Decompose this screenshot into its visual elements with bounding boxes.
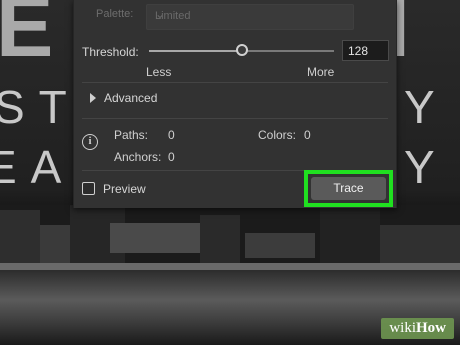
palette-label: Palette: xyxy=(96,8,134,20)
colors-value: 0 xyxy=(304,128,311,142)
divider xyxy=(82,82,388,83)
preview-label[interactable]: Preview xyxy=(103,182,146,196)
palette-dropdown[interactable]: Limited ⌄ xyxy=(146,4,354,30)
disclosure-triangle-icon xyxy=(90,93,96,103)
wikihow-watermark: wikiHow xyxy=(381,318,454,339)
preview-checkbox[interactable] xyxy=(82,182,95,195)
threshold-more-label: More xyxy=(307,65,335,79)
paths-value: 0 xyxy=(168,128,175,142)
watermark-part2: How xyxy=(416,320,446,336)
threshold-less-label: Less xyxy=(146,65,172,79)
chevron-down-icon: ⌄ xyxy=(155,7,166,21)
background-text-row1: ST xyxy=(0,81,81,133)
background-text-row2-right: Y xyxy=(404,141,439,193)
anchors-label: Anchors: xyxy=(114,150,162,164)
watermark-part1: wiki xyxy=(389,320,416,336)
threshold-input[interactable] xyxy=(342,40,389,61)
threshold-slider[interactable] xyxy=(149,44,334,56)
anchors-value: 0 xyxy=(168,150,175,164)
threshold-slider-handle[interactable] xyxy=(235,44,248,56)
trace-button[interactable]: Trace xyxy=(311,177,386,200)
threshold-slider-fill xyxy=(149,50,242,52)
threshold-label: Threshold: xyxy=(82,45,139,59)
advanced-toggle[interactable]: Advanced xyxy=(90,91,157,105)
info-icon: i xyxy=(82,134,98,150)
background-big-letter: E xyxy=(0,0,84,75)
image-trace-panel: Palette: Limited ⌄ Threshold: Less More … xyxy=(73,0,397,208)
divider xyxy=(82,118,388,119)
colors-label: Colors: xyxy=(258,128,297,142)
advanced-label: Advanced xyxy=(104,91,158,105)
background-text-row1-right: Y xyxy=(404,81,439,133)
paths-label: Paths: xyxy=(114,128,149,142)
